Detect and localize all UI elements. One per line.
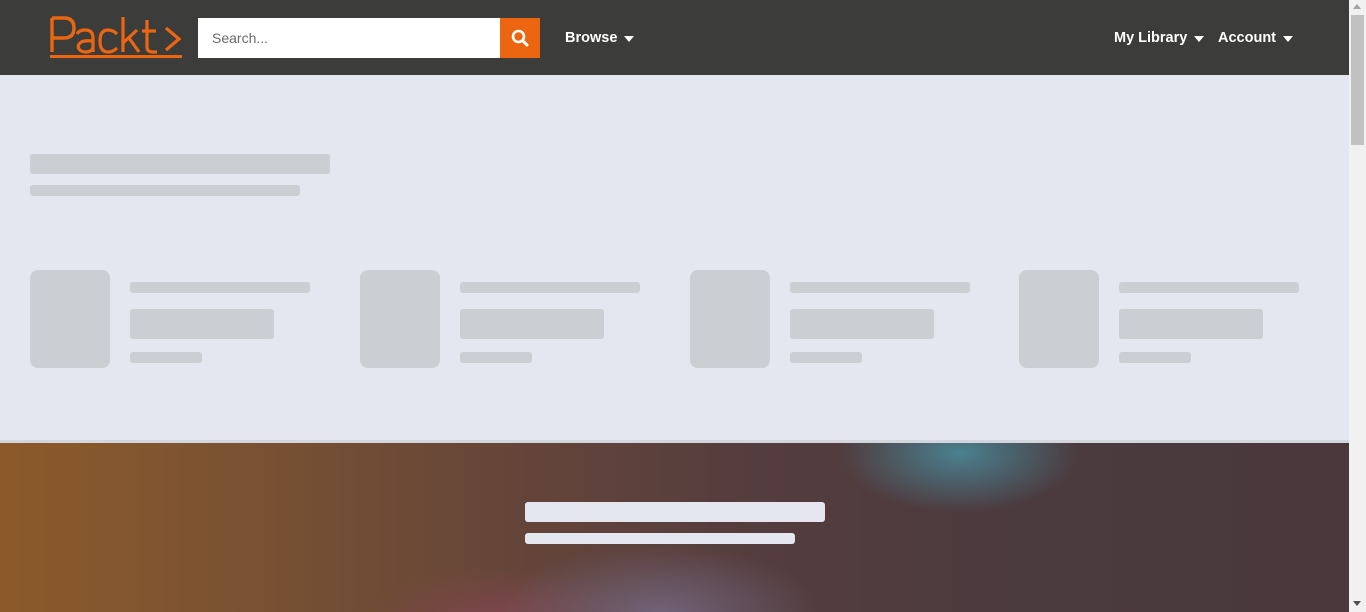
my-library-label: My Library <box>1114 30 1188 46</box>
packt-logo-mark <box>50 16 182 58</box>
caret-down-icon <box>1194 35 1205 42</box>
skeleton-card-meta <box>460 352 532 363</box>
caret-down-icon <box>1283 35 1293 42</box>
browse-menu[interactable]: Browse <box>565 29 635 47</box>
skeleton-heading <box>30 154 330 174</box>
skeleton-card-thumbnail <box>690 270 770 368</box>
my-library-menu[interactable]: My Library <box>1114 29 1205 47</box>
skeleton-subheading <box>30 185 300 196</box>
skeleton-card-meta <box>1119 352 1191 363</box>
skeleton-hero-title <box>525 502 825 522</box>
search-button[interactable] <box>500 18 540 58</box>
skeleton-hero-subtitle <box>525 533 795 544</box>
skeleton-card-thumbnail <box>30 270 110 368</box>
account-menu[interactable]: Account <box>1218 29 1293 47</box>
skeleton-card-line <box>130 282 310 293</box>
skeleton-card-title <box>460 309 604 339</box>
skeleton-card-title <box>1119 309 1263 339</box>
loading-skeleton-section <box>0 75 1349 440</box>
skeleton-card-line <box>790 282 970 293</box>
skeleton-card-meta <box>130 352 202 363</box>
page-scrollbar[interactable] <box>1349 0 1366 612</box>
skeleton-card-line <box>460 282 640 293</box>
search-input[interactable] <box>198 18 500 58</box>
caret-down-icon <box>624 35 635 42</box>
scroll-down-arrow-icon[interactable] <box>1353 601 1361 606</box>
skeleton-card-thumbnail <box>1019 270 1099 368</box>
scrollbar-thumb[interactable] <box>1351 15 1364 145</box>
account-label: Account <box>1218 30 1276 46</box>
hero-banner <box>0 443 1349 612</box>
browse-label: Browse <box>565 30 618 46</box>
skeleton-card-title <box>130 309 274 339</box>
top-header: Browse My Library Account <box>0 0 1349 75</box>
search-bar <box>198 18 540 58</box>
packt-logo[interactable] <box>49 14 184 60</box>
skeleton-card-meta <box>790 352 862 363</box>
scroll-up-arrow-icon[interactable] <box>1353 4 1361 9</box>
skeleton-card-thumbnail <box>360 270 440 368</box>
skeleton-card-title <box>790 309 934 339</box>
skeleton-card-line <box>1119 282 1299 293</box>
search-icon <box>511 29 529 47</box>
